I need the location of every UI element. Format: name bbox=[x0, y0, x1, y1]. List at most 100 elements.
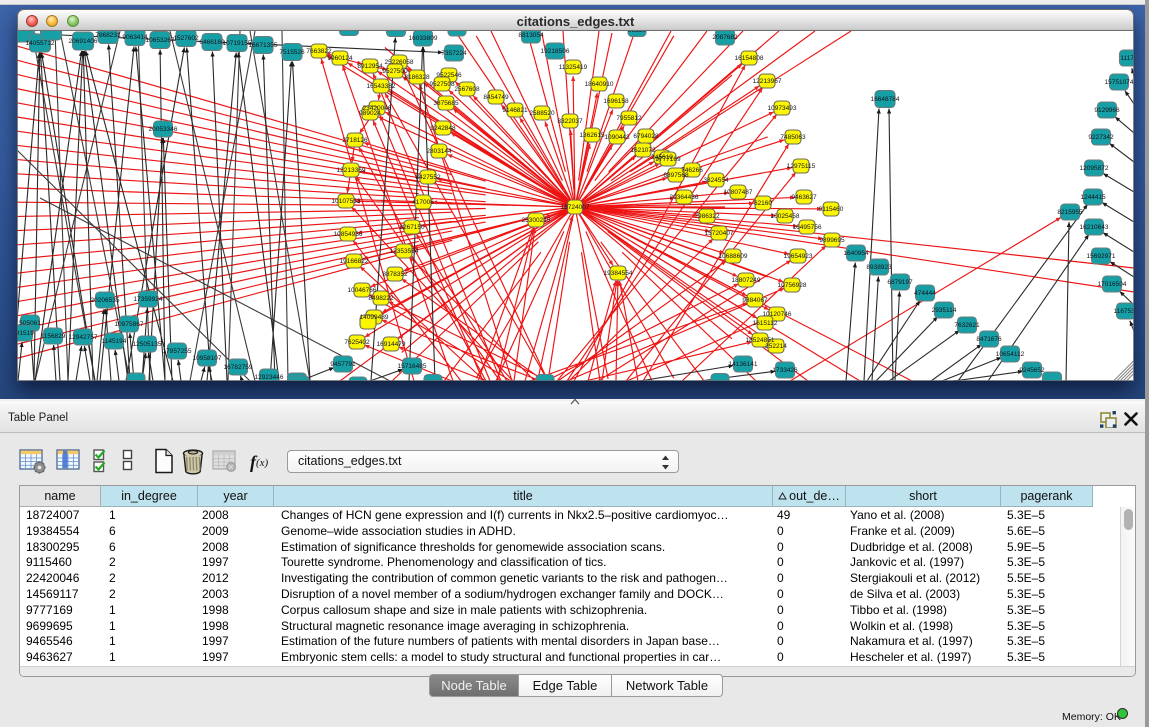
svg-text:8454749: 8454749 bbox=[483, 94, 509, 101]
svg-text:20206535: 20206535 bbox=[91, 297, 120, 304]
svg-text:9527508: 9527508 bbox=[429, 81, 455, 88]
svg-text:20053346: 20053346 bbox=[149, 126, 178, 133]
svg-text:10719155: 10719155 bbox=[223, 40, 252, 47]
svg-text:16210643: 16210643 bbox=[1080, 224, 1109, 231]
svg-text:10854936: 10854936 bbox=[334, 231, 363, 238]
svg-text:11174: 11174 bbox=[1120, 55, 1134, 62]
svg-text:10046766: 10046766 bbox=[348, 287, 377, 294]
svg-text:15716485: 15716485 bbox=[398, 363, 427, 370]
svg-text:9777169: 9777169 bbox=[655, 156, 681, 163]
svg-text:9245652: 9245652 bbox=[1019, 367, 1045, 374]
svg-text:1145194: 1145194 bbox=[102, 338, 127, 345]
svg-text:14055712: 14055712 bbox=[26, 40, 55, 47]
svg-text:1156829: 1156829 bbox=[41, 333, 66, 340]
svg-text:505061: 505061 bbox=[19, 320, 41, 327]
svg-text:10654112: 10654112 bbox=[996, 351, 1025, 358]
svg-text:1733426: 1733426 bbox=[772, 367, 798, 374]
svg-text:15692971: 15692971 bbox=[1087, 253, 1116, 260]
svg-text:9227342: 9227342 bbox=[1088, 134, 1114, 141]
svg-text:19218506: 19218506 bbox=[541, 48, 570, 55]
svg-text:1615112: 1615112 bbox=[753, 320, 778, 327]
svg-text:17957255: 17957255 bbox=[163, 348, 192, 355]
svg-text:1640954: 1640954 bbox=[843, 250, 869, 257]
svg-text:9115460: 9115460 bbox=[819, 206, 844, 213]
svg-text:20691406: 20691406 bbox=[69, 38, 98, 45]
svg-text:1244415: 1244415 bbox=[1080, 194, 1106, 201]
svg-text:417006: 417006 bbox=[412, 199, 434, 206]
svg-text:9242848: 9242848 bbox=[430, 125, 456, 132]
svg-text:12923446: 12923446 bbox=[255, 374, 284, 381]
svg-text:16495756: 16495756 bbox=[793, 224, 822, 231]
svg-text:10973493: 10973493 bbox=[768, 105, 797, 112]
svg-text:7955812: 7955812 bbox=[616, 115, 642, 122]
svg-text:9899695: 9899695 bbox=[819, 237, 845, 244]
svg-text:10120746: 10120746 bbox=[763, 311, 792, 318]
svg-text:391519: 391519 bbox=[17, 330, 34, 337]
svg-text:6466160: 6466160 bbox=[199, 39, 225, 46]
svg-text:8186328: 8186328 bbox=[404, 74, 430, 81]
svg-text:88130: 88130 bbox=[628, 31, 646, 34]
svg-text:160338: 160338 bbox=[338, 31, 360, 32]
svg-text:8471676: 8471676 bbox=[976, 336, 1002, 343]
svg-text:8498222: 8498222 bbox=[368, 295, 394, 302]
svg-text:16033809: 16033809 bbox=[409, 35, 438, 42]
svg-text:16543382: 16543382 bbox=[367, 83, 396, 90]
svg-text:10807487: 10807487 bbox=[724, 189, 753, 196]
svg-text:252214: 252214 bbox=[765, 343, 787, 350]
svg-text:19654923: 19654923 bbox=[784, 253, 813, 260]
svg-text:17359924: 17359924 bbox=[134, 296, 163, 303]
svg-text:8215955: 8215955 bbox=[1057, 209, 1083, 216]
svg-text:19166822: 19166822 bbox=[340, 258, 369, 265]
svg-text:9884067: 9884067 bbox=[742, 297, 768, 304]
svg-text:18640910: 18640910 bbox=[585, 81, 614, 88]
svg-text:14136141: 14136141 bbox=[729, 361, 758, 368]
svg-text:9457791: 9457791 bbox=[330, 361, 356, 368]
svg-text:8938923: 8938923 bbox=[866, 264, 892, 271]
svg-text:10653267: 10653267 bbox=[146, 37, 175, 44]
svg-text:8912954: 8912954 bbox=[357, 63, 383, 70]
svg-text:10688609: 10688609 bbox=[719, 253, 748, 260]
svg-text:12353594: 12353594 bbox=[390, 248, 419, 255]
svg-text:8878352: 8878352 bbox=[382, 271, 408, 278]
svg-text:3824554: 3824554 bbox=[703, 177, 729, 184]
svg-text:15720407: 15720407 bbox=[705, 230, 734, 237]
svg-text:1362615: 1362615 bbox=[579, 132, 605, 139]
svg-text:1167533: 1167533 bbox=[1114, 308, 1134, 315]
svg-text:9522546: 9522546 bbox=[436, 72, 462, 79]
svg-text:16671355: 16671355 bbox=[249, 42, 278, 49]
svg-text:16154808: 16154808 bbox=[735, 55, 764, 62]
svg-text:1696158: 1696158 bbox=[603, 98, 629, 105]
svg-text:12095872: 12095872 bbox=[1080, 165, 1109, 172]
svg-text:6897568: 6897568 bbox=[663, 172, 689, 179]
svg-text:7357224: 7357224 bbox=[441, 50, 467, 57]
svg-text:8427552: 8427552 bbox=[415, 174, 441, 181]
svg-text:3875685: 3875685 bbox=[433, 100, 459, 107]
svg-text:12942757: 12942757 bbox=[69, 334, 98, 341]
svg-text:7485063: 7485063 bbox=[780, 134, 806, 141]
svg-text:7986322: 7986322 bbox=[694, 213, 720, 220]
svg-text:16648784: 16648784 bbox=[871, 96, 900, 103]
svg-text:12213967: 12213967 bbox=[753, 78, 782, 85]
svg-text:6794028: 6794028 bbox=[633, 133, 659, 140]
svg-text:18807249: 18807249 bbox=[732, 277, 761, 284]
svg-text:1527602: 1527602 bbox=[173, 35, 199, 42]
svg-text:989024: 989024 bbox=[359, 110, 381, 117]
svg-text:12975115: 12975115 bbox=[787, 163, 816, 170]
svg-text:1090443: 1090443 bbox=[604, 134, 630, 141]
svg-text:2803144: 2803144 bbox=[426, 148, 452, 155]
svg-text:12213369: 12213369 bbox=[337, 167, 366, 174]
svg-text:(x): (x) bbox=[256, 457, 269, 469]
svg-text:474444: 474444 bbox=[914, 290, 936, 297]
svg-text:62160: 62160 bbox=[754, 200, 772, 207]
svg-text:10107553: 10107553 bbox=[332, 198, 361, 205]
svg-text:18724007: 18724007 bbox=[561, 204, 590, 211]
svg-text:17016504: 17016504 bbox=[1098, 281, 1127, 288]
svg-text:10958107: 10958107 bbox=[193, 355, 222, 362]
svg-text:1003380: 1003380 bbox=[383, 31, 409, 33]
svg-text:2567608: 2567608 bbox=[454, 86, 480, 93]
svg-text:7663822: 7663822 bbox=[306, 48, 332, 55]
svg-text:7515526: 7515526 bbox=[279, 49, 305, 56]
svg-text:7625402: 7625402 bbox=[344, 339, 370, 346]
svg-text:6879197: 6879197 bbox=[887, 279, 913, 286]
svg-text:7632621: 7632621 bbox=[954, 322, 980, 329]
